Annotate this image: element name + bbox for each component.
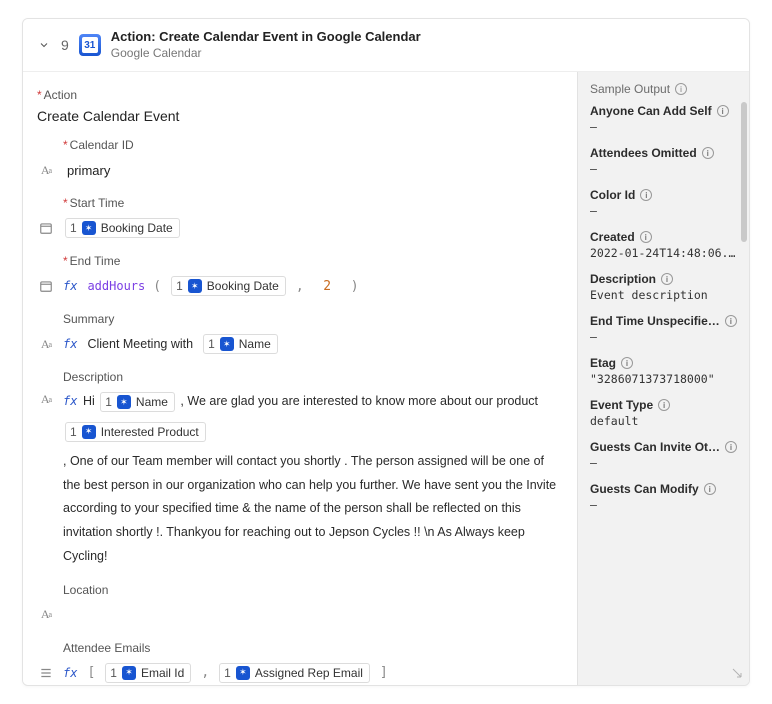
- sample-output-value: "3286071373718000": [590, 372, 737, 386]
- action-label: *Action: [37, 88, 563, 102]
- action-card: 9 31 Action: Create Calendar Event in Go…: [22, 18, 750, 686]
- sample-output-value: –: [590, 498, 737, 512]
- location-input[interactable]: Aa: [37, 603, 563, 627]
- start-time-label: *Start Time: [63, 196, 563, 210]
- info-icon[interactable]: i: [621, 357, 633, 369]
- sample-output-key: Description i: [590, 272, 737, 286]
- date-type-icon: [37, 277, 55, 295]
- calendar-id-input[interactable]: Aa primary: [37, 158, 563, 182]
- sample-output-value: –: [590, 456, 737, 470]
- description-label: Description: [63, 370, 563, 384]
- calendar-id-label: *Calendar ID: [63, 138, 563, 152]
- booking-date-chip[interactable]: 1Booking Date: [65, 218, 180, 238]
- summary-label: Summary: [63, 312, 563, 326]
- location-label: Location: [63, 583, 563, 597]
- sample-output-item: Anyone Can Add Self i –: [590, 104, 737, 134]
- resize-handle-icon[interactable]: [731, 667, 743, 679]
- chip-app-icon: [82, 425, 96, 439]
- info-icon[interactable]: i: [717, 105, 729, 117]
- fx-icon: fx: [63, 337, 77, 351]
- summary-input[interactable]: Aa fx Client Meeting with 1Name: [37, 332, 563, 356]
- card-header: 9 31 Action: Create Calendar Event in Go…: [23, 19, 749, 72]
- sample-output-item: Event Type i default: [590, 398, 737, 428]
- fx-icon: fx: [63, 666, 77, 680]
- card-subtitle: Google Calendar: [111, 46, 421, 62]
- booking-date-chip[interactable]: 1Booking Date: [171, 276, 286, 296]
- sample-output-key: Anyone Can Add Self i: [590, 104, 737, 118]
- sample-output-title: Sample Output i: [590, 82, 737, 96]
- chip-app-icon: [82, 221, 96, 235]
- attendee-emails-label: Attendee Emails: [63, 641, 563, 655]
- sample-output-item: Description i Event description: [590, 272, 737, 302]
- sample-output-item: End Time Unspecifie… i –: [590, 314, 737, 344]
- info-icon[interactable]: i: [702, 147, 714, 159]
- sample-output-panel: Sample Output i Anyone Can Add Self i–At…: [577, 72, 749, 685]
- end-time-label: *End Time: [63, 254, 563, 268]
- sample-output-key: Created i: [590, 230, 737, 244]
- sample-output-item: Attendees Omitted i –: [590, 146, 737, 176]
- info-icon[interactable]: i: [725, 441, 737, 453]
- sample-output-item: Guests Can Invite Ot… i –: [590, 440, 737, 470]
- sample-output-item: Etag i "3286071373718000": [590, 356, 737, 386]
- step-number: 9: [61, 37, 69, 53]
- sample-output-key: Guests Can Invite Ot… i: [590, 440, 737, 454]
- info-icon[interactable]: i: [661, 273, 673, 285]
- chip-app-icon: [188, 279, 202, 293]
- date-type-icon: [37, 219, 55, 237]
- info-icon[interactable]: i: [725, 315, 737, 327]
- sample-output-key: Attendees Omitted i: [590, 146, 737, 160]
- sample-output-value: –: [590, 120, 737, 134]
- sample-output-key: Event Type i: [590, 398, 737, 412]
- assigned-rep-email-chip[interactable]: 1Assigned Rep Email: [219, 663, 370, 683]
- google-calendar-icon: 31: [79, 34, 101, 56]
- attendee-emails-input[interactable]: fx [ 1Email Id , 1Assigned Rep Email ]: [37, 661, 563, 685]
- chip-app-icon: [117, 395, 131, 409]
- sample-output-value: –: [590, 162, 737, 176]
- name-chip[interactable]: 1Name: [100, 392, 175, 412]
- fx-icon: fx: [63, 279, 77, 293]
- end-time-input[interactable]: fx addHours( 1Booking Date , 2 ): [37, 274, 563, 298]
- form-panel: *Action Create Calendar Event *Calendar …: [23, 72, 577, 685]
- card-title: Action: Create Calendar Event in Google …: [111, 29, 421, 46]
- sample-output-value: –: [590, 330, 737, 344]
- sample-output-value: 2022-01-24T14:48:06.00…: [590, 246, 737, 260]
- sample-output-key: Guests Can Modify i: [590, 482, 737, 496]
- text-type-icon: Aa: [37, 606, 55, 624]
- description-input[interactable]: Aa fx Hi 1Name , We are glad you are int…: [37, 390, 563, 568]
- sample-output-value: –: [590, 204, 737, 218]
- chip-app-icon: [220, 337, 234, 351]
- text-type-icon: Aa: [37, 161, 55, 179]
- sample-output-value: Event description: [590, 288, 737, 302]
- action-value[interactable]: Create Calendar Event: [37, 108, 563, 124]
- info-icon[interactable]: i: [640, 189, 652, 201]
- name-chip[interactable]: 1Name: [203, 334, 278, 354]
- fx-icon: fx: [63, 394, 77, 408]
- text-type-icon: Aa: [37, 335, 55, 353]
- email-id-chip[interactable]: 1Email Id: [105, 663, 191, 683]
- info-icon[interactable]: i: [704, 483, 716, 495]
- sample-output-item: Created i 2022-01-24T14:48:06.00…: [590, 230, 737, 260]
- sample-output-key: End Time Unspecifie… i: [590, 314, 737, 328]
- chip-app-icon: [236, 666, 250, 680]
- info-icon[interactable]: i: [640, 231, 652, 243]
- sample-output-item: Color Id i –: [590, 188, 737, 218]
- sample-output-value: default: [590, 414, 737, 428]
- sample-output-key: Color Id i: [590, 188, 737, 202]
- chip-app-icon: [122, 666, 136, 680]
- collapse-chevron-icon[interactable]: [37, 38, 51, 52]
- sample-output-item: Guests Can Modify i –: [590, 482, 737, 512]
- sample-output-key: Etag i: [590, 356, 737, 370]
- scrollbar[interactable]: [741, 102, 747, 242]
- start-time-input[interactable]: 1Booking Date: [37, 216, 563, 240]
- info-icon[interactable]: i: [658, 399, 670, 411]
- list-type-icon: [37, 664, 55, 682]
- info-icon[interactable]: i: [675, 83, 687, 95]
- interested-product-chip[interactable]: 1Interested Product: [65, 422, 206, 442]
- text-type-icon: Aa: [37, 390, 55, 408]
- addhours-fn: addHours: [87, 279, 145, 293]
